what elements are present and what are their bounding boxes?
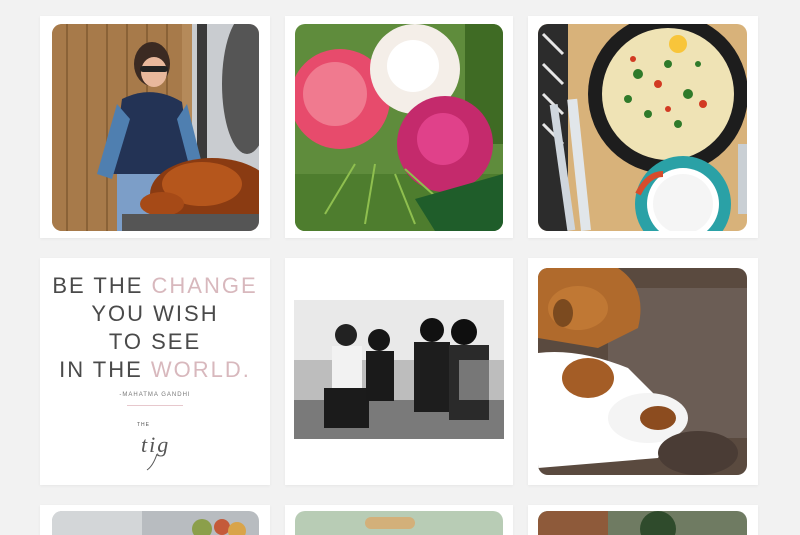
quote-line-1: BE THE CHANGE [40, 272, 270, 300]
quote-block: BE THE CHANGE YOU WISH TO SEE IN THE WOR… [40, 272, 270, 472]
post-photo-row3-3[interactable] [538, 511, 747, 535]
post-card-turkey[interactable] [40, 16, 270, 238]
post-card-dogs[interactable] [528, 258, 758, 485]
post-card-frittata[interactable] [528, 16, 758, 238]
quote-line-1-plain: BE THE [52, 273, 152, 298]
tig-logo: THE tig [129, 416, 181, 472]
post-photo-turkey[interactable] [52, 24, 259, 231]
quote-line-3: TO SEE [108, 329, 202, 354]
post-photo-peonies[interactable] [295, 24, 503, 231]
tig-logo-small: THE [137, 422, 150, 428]
quote-line-4-pink: WORLD. [150, 357, 251, 382]
quote-attribution: -MAHATMA GANDHI [119, 392, 191, 398]
quote-divider [127, 405, 183, 406]
quote-line-2: YOU WISH [91, 301, 219, 326]
post-photo-row3-1[interactable] [52, 511, 259, 535]
post-photo-row3-2[interactable] [295, 511, 503, 535]
image-grid-page: BE THE CHANGE YOU WISH TO SEE IN THE WOR… [0, 0, 800, 535]
tig-logo-script: tig [141, 432, 170, 457]
quote-line-1-pink: CHANGE [151, 273, 258, 298]
quote-line-4-plain: IN THE [59, 357, 151, 382]
post-photo-dogs[interactable] [538, 268, 747, 475]
post-photo-bw[interactable] [294, 300, 504, 439]
post-card-row3-1[interactable] [40, 505, 270, 535]
post-card-quote[interactable]: BE THE CHANGE YOU WISH TO SEE IN THE WOR… [40, 258, 270, 485]
post-card-row3-2[interactable] [285, 505, 513, 535]
quote-line-4: IN THE WORLD. [40, 356, 270, 384]
post-card-bw-photo[interactable] [285, 258, 513, 485]
post-card-row3-3[interactable] [528, 505, 758, 535]
post-card-peonies[interactable] [285, 16, 513, 238]
post-photo-frittata[interactable] [538, 24, 747, 231]
